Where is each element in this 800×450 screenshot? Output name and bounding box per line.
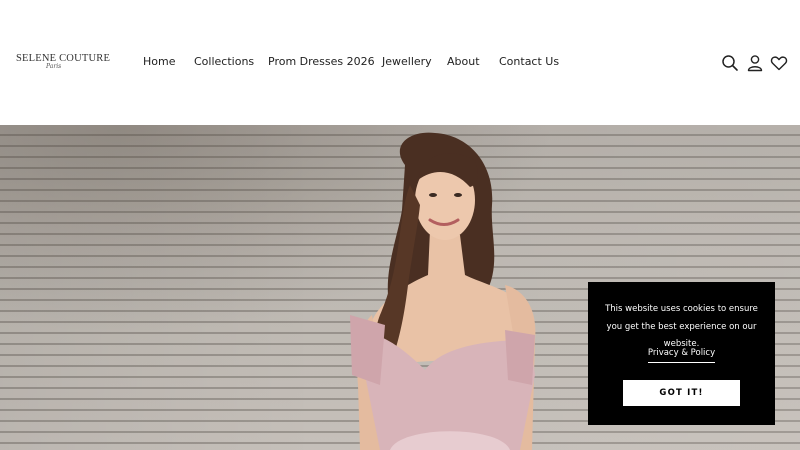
privacy-policy-link[interactable]: Privacy & Policy	[588, 348, 775, 363]
wishlist-heart-icon[interactable]	[770, 54, 788, 72]
search-icon[interactable]	[721, 54, 739, 72]
nav-item-contact[interactable]: Contact Us	[499, 55, 559, 68]
model-figure-illustration	[350, 132, 536, 450]
cookie-consent-popup: This website uses cookies to ensure you …	[588, 282, 775, 425]
brand-name: SELENE COUTURE	[16, 53, 111, 64]
cookie-message: This website uses cookies to ensure you …	[605, 304, 758, 349]
site-header: SELENE COUTURE Paris Home Collections Pr…	[0, 0, 800, 125]
privacy-policy-label: Privacy & Policy	[647, 348, 716, 363]
brand-tagline: Paris	[46, 63, 62, 70]
nav-item-home[interactable]: Home	[143, 55, 175, 68]
account-icon[interactable]	[746, 54, 764, 72]
nav-item-jewellery[interactable]: Jewellery	[382, 55, 432, 68]
nav-item-collections[interactable]: Collections	[194, 55, 254, 68]
nav-item-about[interactable]: About	[447, 55, 480, 68]
got-it-button[interactable]: GOT IT!	[623, 380, 740, 406]
nav-item-prom-dresses[interactable]: Prom Dresses 2026	[268, 55, 375, 68]
brand-logo[interactable]: SELENE COUTURE Paris	[16, 50, 110, 74]
header-icons	[721, 54, 791, 72]
